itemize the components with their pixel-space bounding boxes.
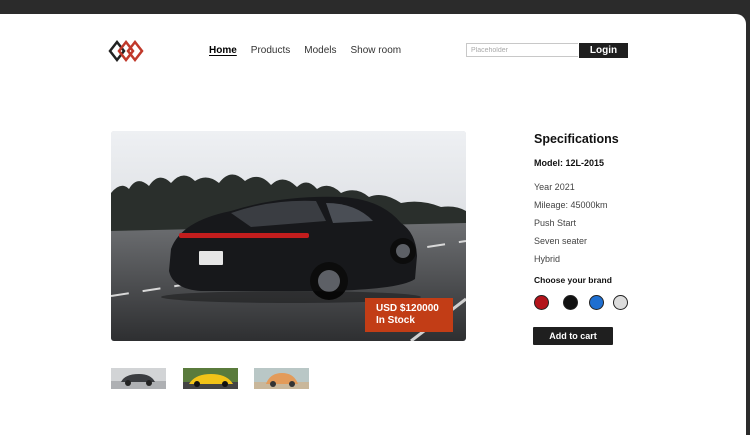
color-swatch-red[interactable]: [534, 295, 549, 310]
thumbnail-grey-car[interactable]: [111, 368, 166, 389]
nav-home[interactable]: Home: [209, 45, 237, 56]
model-label: Model: 12L-2015: [534, 158, 605, 168]
hero-car-image: USD $120000 In Stock: [111, 131, 466, 341]
login-button[interactable]: Login: [579, 43, 628, 58]
stock-status: In Stock: [376, 315, 415, 326]
add-to-cart-button[interactable]: Add to cart: [533, 327, 613, 345]
color-swatch-light-grey[interactable]: [613, 295, 628, 310]
color-swatch-black[interactable]: [563, 295, 578, 310]
spec-year: Year 2021: [534, 182, 575, 192]
spec-mileage: Mileage: 45000km: [534, 200, 608, 210]
spec-hybrid: Hybrid: [534, 254, 561, 264]
thumbnail-yellow-car[interactable]: [183, 368, 238, 389]
specifications-title: Specifications: [534, 132, 619, 146]
brand-logo-icon[interactable]: [108, 39, 144, 63]
color-swatch-blue[interactable]: [589, 295, 604, 310]
spec-push-start: Push Start: [534, 218, 577, 228]
spec-seats: Seven seater: [534, 236, 588, 246]
nav-products[interactable]: Products: [251, 45, 290, 56]
page: Home Products Models Show room Login: [0, 14, 746, 435]
main-nav: Home Products Models Show room: [209, 45, 401, 56]
thumbnail-orange-car[interactable]: [254, 368, 309, 389]
nav-models[interactable]: Models: [304, 45, 336, 56]
nav-show-room[interactable]: Show room: [351, 45, 402, 56]
price-text: USD $120000: [376, 303, 439, 314]
choose-brand-label: Choose your brand: [534, 275, 612, 285]
search-input[interactable]: [466, 43, 578, 57]
price-badge: USD $120000 In Stock: [365, 298, 453, 332]
